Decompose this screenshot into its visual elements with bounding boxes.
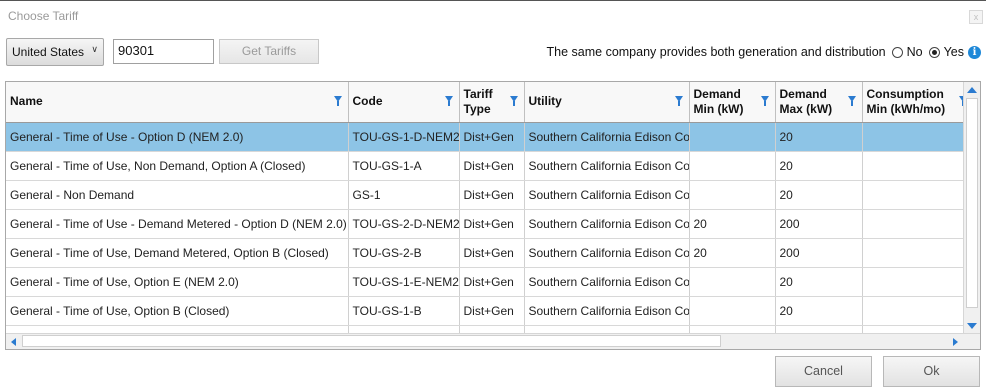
table-cell-utility: Southern California Edison Co <box>524 209 690 239</box>
table-cell-name: General - Time of Use - Option D (NEM 2.… <box>6 122 349 152</box>
table-cell-code: TOU-GS-1-E-NEM2 <box>348 267 460 297</box>
table-cell-name: General - Time of Use, Option E (NEM 2.0… <box>6 267 349 297</box>
table-cell-type: Dist+Gen <box>459 296 525 326</box>
table-cell-code: TOU-GS-1-D-NEM2 <box>348 122 460 152</box>
vertical-scrollbar[interactable] <box>963 82 980 334</box>
table-cell-dmin: 20 <box>689 238 776 268</box>
table-cell-dmin <box>689 151 776 181</box>
filter-icon[interactable] <box>444 96 453 106</box>
tariff-grid: Name Code Tariff Type Utility Demand Min… <box>5 81 981 350</box>
column-header-demand-min[interactable]: Demand Min (kW) <box>689 82 776 123</box>
scroll-down-icon[interactable] <box>967 323 977 329</box>
table-cell-dmin <box>689 180 776 210</box>
table-cell-name: General - Time of Use, Demand Metered, O… <box>6 238 349 268</box>
tariff-table: Name Code Tariff Type Utility Demand Min… <box>6 82 980 349</box>
table-row[interactable]: General - Non Demand GS-1 Dist+Gen Southern… <box>6 180 980 210</box>
chevron-down-icon: ∨ <box>91 44 98 54</box>
radio-no-label[interactable]: No <box>907 45 923 59</box>
radio-yes[interactable] <box>928 46 940 58</box>
column-label: Demand Max (kW) <box>779 86 833 116</box>
table-cell-dmin <box>689 267 776 297</box>
column-label: Consumption Min (kWh/mo) <box>866 86 946 116</box>
column-label: Demand Min (kW) <box>693 86 744 116</box>
table-cell-dmax: 20 <box>775 122 863 152</box>
table-cell-code: TOU-GS-1-A <box>348 151 460 181</box>
filter-icon[interactable] <box>760 96 769 106</box>
table-cell-dmax: 20 <box>775 180 863 210</box>
scroll-right-icon[interactable] <box>953 338 958 346</box>
table-cell-type: Dist+Gen <box>459 209 525 239</box>
country-select-value: United States <box>12 45 85 59</box>
table-cell-type: Dist+Gen <box>459 180 525 210</box>
table-row[interactable]: General - Time of Use - Option D (NEM 2.… <box>6 122 980 152</box>
close-icon[interactable]: x <box>969 10 983 24</box>
filter-icon[interactable] <box>333 96 342 106</box>
get-tariffs-button[interactable]: Get Tariffs <box>219 39 319 64</box>
column-label: Tariff Type <box>463 86 493 116</box>
table-row[interactable]: General - Time of Use, Option E (NEM 2.0… <box>6 267 980 297</box>
column-header-name[interactable]: Name <box>6 82 349 123</box>
column-header-demand-max[interactable]: Demand Max (kW) <box>775 82 863 123</box>
column-header-tariff-type[interactable]: Tariff Type <box>459 82 525 123</box>
table-cell-code: TOU-GS-1-B <box>348 296 460 326</box>
zip-input[interactable]: 90301 <box>113 39 214 64</box>
column-header-code[interactable]: Code <box>348 82 460 123</box>
table-cell-name: General - Time of Use - Demand Metered -… <box>6 209 349 239</box>
filter-icon[interactable] <box>847 96 856 106</box>
same-company-label: The same company provides both generatio… <box>546 45 886 59</box>
table-cell-code: TOU-GS-2-D-NEM2 <box>348 209 460 239</box>
table-row[interactable]: General - Time of Use - Demand Metered -… <box>6 209 980 239</box>
table-cell-dmin <box>689 296 776 326</box>
column-label: Name <box>10 94 43 109</box>
table-cell-name: General - Time of Use, Non Demand, Optio… <box>6 151 349 181</box>
table-row[interactable]: General - Time of Use, Demand Metered, O… <box>6 238 980 268</box>
ok-button[interactable]: Ok <box>883 356 980 387</box>
radio-yes-label[interactable]: Yes <box>944 45 964 59</box>
title-bar: Choose Tariff x <box>0 0 986 32</box>
filter-icon[interactable] <box>674 96 683 106</box>
table-cell-dmax: 20 <box>775 151 863 181</box>
table-cell-utility: Southern California Edison Co <box>524 151 690 181</box>
table-cell-name: General - Non Demand <box>6 180 349 210</box>
column-label: Code <box>352 94 383 109</box>
table-cell-dmax: 20 <box>775 296 863 326</box>
table-cell-utility: Southern California Edison Co <box>524 122 690 152</box>
table-cell-type: Dist+Gen <box>459 151 525 181</box>
table-cell-type: Dist+Gen <box>459 238 525 268</box>
scroll-up-icon[interactable] <box>967 87 977 93</box>
scroll-thumb[interactable] <box>966 98 978 308</box>
cancel-button[interactable]: Cancel <box>775 356 872 387</box>
same-company-option: The same company provides both generatio… <box>547 43 986 61</box>
radio-no[interactable] <box>891 46 903 58</box>
table-cell-dmin: 20 <box>689 209 776 239</box>
table-cell-code: GS-1 <box>348 180 460 210</box>
table-cell-name: General - Time of Use, Option B (Closed) <box>6 296 349 326</box>
horizontal-scrollbar[interactable] <box>6 333 980 349</box>
country-select[interactable]: United States ∨ <box>6 38 104 66</box>
table-cell-dmin <box>689 122 776 152</box>
table-cell-dmax: 200 <box>775 209 863 239</box>
table-cell-utility: Southern California Edison Co <box>524 238 690 268</box>
scroll-thumb[interactable] <box>22 335 721 347</box>
table-cell-type: Dist+Gen <box>459 267 525 297</box>
table-cell-dmax: 20 <box>775 267 863 297</box>
header-row: Name Code Tariff Type Utility Demand Min… <box>6 82 980 123</box>
table-cell-utility: Southern California Edison Co <box>524 296 690 326</box>
table-cell-utility: Southern California Edison Co <box>524 180 690 210</box>
table-cell-dmax: 200 <box>775 238 863 268</box>
filter-icon[interactable] <box>509 96 518 106</box>
table-cell-utility: Southern California Edison Co <box>524 267 690 297</box>
column-header-utility[interactable]: Utility <box>524 82 690 123</box>
dialog-title: Choose Tariff <box>8 9 79 23</box>
scroll-left-icon[interactable] <box>11 338 16 346</box>
table-row[interactable]: General - Time of Use, Non Demand, Optio… <box>6 151 980 181</box>
table-cell-type: Dist+Gen <box>459 122 525 152</box>
column-label: Utility <box>528 94 562 109</box>
info-icon[interactable]: i <box>968 45 981 59</box>
table-row[interactable]: General - Time of Use, Option B (Closed)… <box>6 296 980 326</box>
table-cell-code: TOU-GS-2-B <box>348 238 460 268</box>
